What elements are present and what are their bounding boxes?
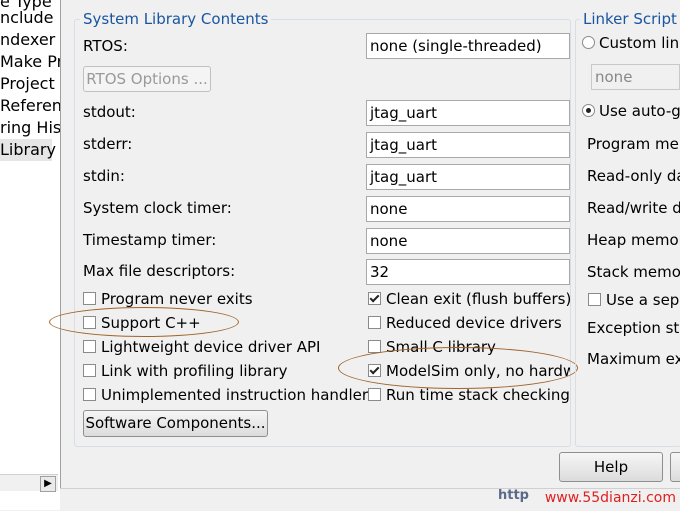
tree-horizontal-scrollbar[interactable]: ▶: [0, 474, 58, 492]
scroll-right-arrow-icon[interactable]: ▶: [40, 476, 56, 492]
rtos-options-button[interactable]: RTOS Options ...: [83, 66, 211, 92]
unimplemented-instruction-label: Unimplemented instruction handler: [101, 386, 369, 404]
tree-item-string-history[interactable]: ring Hist: [0, 117, 60, 139]
tree-item-indexer[interactable]: ndexer: [0, 29, 55, 51]
checkbox-checked-icon: [368, 292, 381, 305]
stdout-select[interactable]: jtag_uart: [366, 100, 570, 126]
program-never-exits-checkbox[interactable]: Program never exits: [83, 290, 253, 308]
checkbox-icon: [83, 364, 96, 377]
rtos-select[interactable]: none (single-threaded): [366, 33, 570, 59]
checkbox-icon: [588, 293, 601, 306]
radio-selected-icon: [582, 104, 595, 117]
max-file-descriptors-input[interactable]: 32: [366, 259, 570, 285]
lightweight-driver-api-checkbox[interactable]: Lightweight device driver API: [83, 338, 320, 356]
project-properties-tree: e Type nclude P ndexer Make Pro Project …: [0, 0, 61, 510]
checkbox-icon: [368, 316, 381, 329]
custom-linker-radio[interactable]: Custom link: [582, 34, 680, 52]
unimplemented-instruction-checkbox[interactable]: Unimplemented instruction handler: [83, 386, 368, 404]
timestamp-timer-select[interactable]: none: [366, 228, 570, 254]
auto-generated-radio[interactable]: Use auto-g: [582, 102, 680, 120]
custom-linker-select[interactable]: none: [591, 64, 680, 90]
stdout-label: stdout:: [83, 103, 136, 121]
profiling-library-label: Link with profiling library: [101, 362, 288, 380]
read-write-data-label: Read/write d: [587, 199, 680, 217]
maximum-exception-label: Maximum ex: [587, 350, 680, 368]
reduced-device-drivers-label: Reduced device drivers: [386, 314, 562, 332]
tree-item-system-library[interactable]: Library: [0, 139, 56, 161]
linker-script-title: Linker Script: [580, 10, 680, 28]
stderr-label: stderr:: [83, 135, 133, 153]
stderr-select[interactable]: jtag_uart: [366, 132, 570, 158]
profiling-library-checkbox[interactable]: Link with profiling library: [83, 362, 287, 380]
system-library-title: System Library Contents: [80, 10, 272, 28]
exception-stack-label: Exception sta: [587, 319, 680, 337]
custom-linker-label: Custom link: [599, 34, 680, 52]
checkbox-icon: [83, 292, 96, 305]
system-clock-timer-label: System clock timer:: [83, 199, 232, 217]
reduced-device-drivers-checkbox[interactable]: Reduced device drivers: [368, 314, 562, 332]
rtos-label: RTOS:: [83, 37, 128, 55]
stdin-select[interactable]: jtag_uart: [366, 164, 570, 190]
next-button-partial[interactable]: [670, 452, 680, 482]
software-components-button[interactable]: Software Components...: [83, 410, 268, 437]
url-fragment: http: [498, 488, 529, 503]
heap-memory-label: Heap memor: [587, 231, 680, 249]
tree-item-include-paths[interactable]: nclude P: [0, 7, 60, 29]
read-only-data-label: Read-only da: [587, 167, 680, 185]
checkbox-icon: [83, 340, 96, 353]
system-clock-timer-select[interactable]: none: [366, 196, 570, 222]
auto-generated-label: Use auto-g: [599, 102, 680, 120]
annotation-ellipse-modelsim: [338, 347, 578, 389]
tree-item-project-paths[interactable]: Project P: [0, 73, 60, 95]
help-button[interactable]: Help: [559, 452, 663, 482]
stdin-label: stdin:: [83, 167, 125, 185]
max-file-descriptors-label: Max file descriptors:: [83, 262, 236, 280]
checkbox-icon: [83, 388, 96, 401]
tree-item-make-project[interactable]: Make Pro: [0, 51, 60, 73]
watermark: www.55dianzi.com: [544, 490, 676, 506]
program-memory-label: Program mem: [587, 135, 680, 153]
separate-exception-stack-checkbox[interactable]: Use a sepa: [588, 291, 680, 309]
program-never-exits-label: Program never exits: [101, 290, 253, 308]
clean-exit-label: Clean exit (flush buffers): [386, 290, 572, 308]
checkbox-icon: [368, 388, 381, 401]
clean-exit-checkbox[interactable]: Clean exit (flush buffers): [368, 290, 571, 308]
lightweight-driver-api-label: Lightweight device driver API: [101, 338, 321, 356]
timestamp-timer-label: Timestamp timer:: [83, 231, 217, 249]
tree-item-references[interactable]: Referenc: [0, 95, 60, 117]
radio-icon: [582, 36, 595, 49]
separate-exception-stack-label: Use a sepa: [606, 291, 680, 309]
annotation-ellipse-support-cpp: [49, 307, 239, 337]
stack-memory-label: Stack memor: [587, 263, 680, 281]
